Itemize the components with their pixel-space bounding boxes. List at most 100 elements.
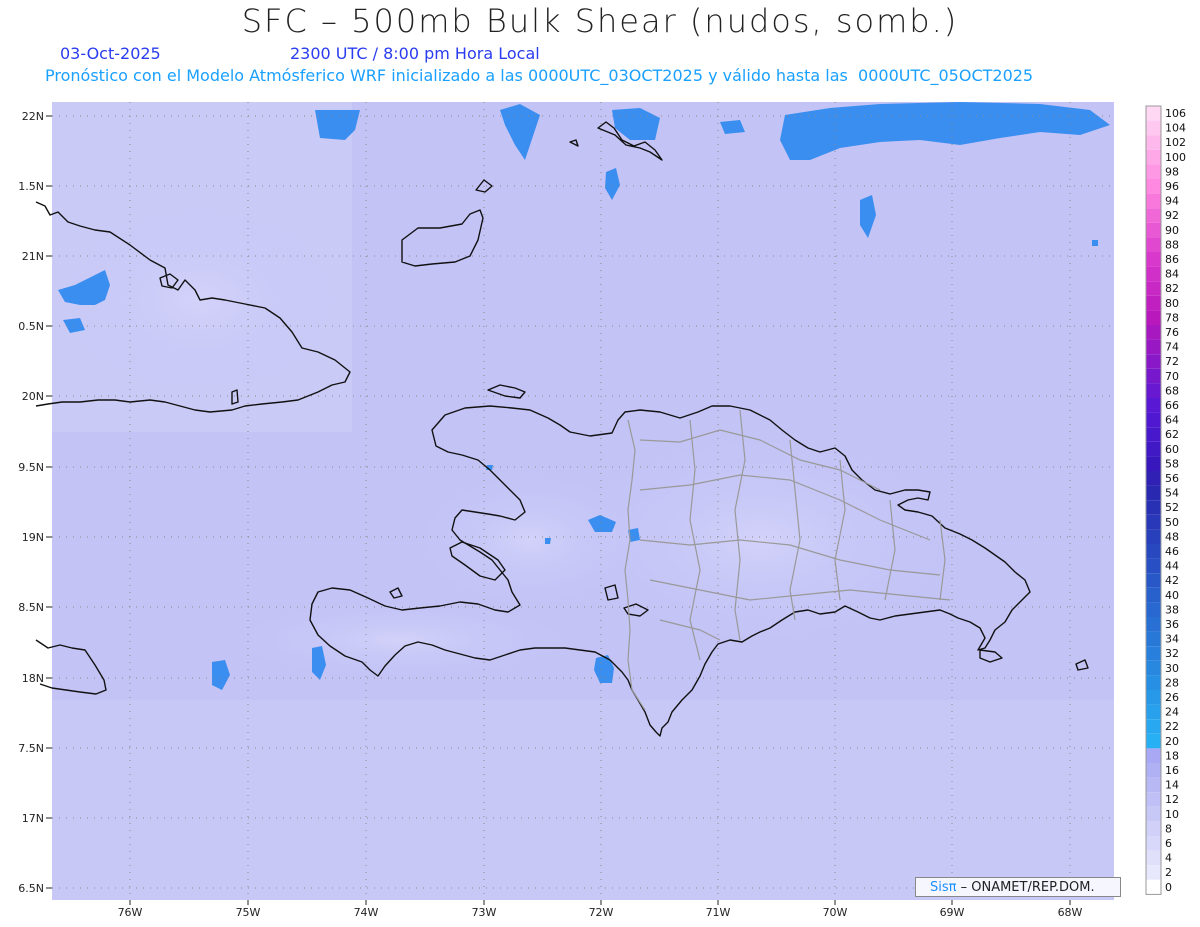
colorbar-swatch bbox=[1146, 792, 1161, 807]
lon-label: 75W bbox=[236, 906, 261, 919]
colorbar-label: 40 bbox=[1165, 589, 1179, 602]
lat-label: 9.5N bbox=[18, 461, 44, 474]
colorbar-label: 44 bbox=[1165, 560, 1179, 573]
colorbar-label: 72 bbox=[1165, 355, 1179, 368]
lat-label: 1.5N bbox=[18, 180, 44, 193]
colorbar-swatch bbox=[1146, 690, 1161, 705]
colorbar-label: 78 bbox=[1165, 311, 1179, 324]
lat-label: 17N bbox=[22, 812, 44, 825]
colorbar-swatch bbox=[1146, 675, 1161, 690]
colorbar-swatch bbox=[1146, 237, 1161, 252]
colorbar-swatch bbox=[1146, 573, 1161, 588]
colorbar-label: 6 bbox=[1165, 837, 1172, 850]
colorbar-label: 36 bbox=[1165, 618, 1179, 631]
colorbar-swatch bbox=[1146, 456, 1161, 471]
colorbar-swatch bbox=[1146, 836, 1161, 851]
colorbar-swatch bbox=[1146, 383, 1161, 398]
colorbar-label: 88 bbox=[1165, 238, 1179, 251]
colorbar-label: 28 bbox=[1165, 676, 1179, 689]
colorbar-label: 0 bbox=[1165, 881, 1172, 894]
colorbar-label: 12 bbox=[1165, 793, 1179, 806]
sispi-logo: Sisπ bbox=[930, 880, 957, 895]
lon-label: 71W bbox=[706, 906, 731, 919]
colorbar-swatch bbox=[1146, 660, 1161, 676]
colorbar-label: 100 bbox=[1165, 151, 1186, 164]
colorbar-swatch bbox=[1146, 704, 1161, 720]
lon-label: 74W bbox=[354, 906, 379, 919]
colorbar-label: 60 bbox=[1165, 443, 1179, 456]
colorbar-swatch bbox=[1146, 208, 1161, 223]
colorbar-label: 90 bbox=[1165, 224, 1179, 237]
colorbar-swatch bbox=[1146, 281, 1161, 296]
colorbar-swatch bbox=[1146, 763, 1161, 778]
colorbar-label: 10 bbox=[1165, 808, 1179, 821]
colorbar-swatch bbox=[1146, 106, 1161, 121]
colorbar-label: 80 bbox=[1165, 297, 1179, 310]
colorbar-swatch bbox=[1146, 398, 1161, 413]
colorbar-label: 104 bbox=[1165, 122, 1186, 135]
colorbar-swatch bbox=[1146, 164, 1161, 179]
colorbar-label: 102 bbox=[1165, 136, 1186, 149]
colorbar-label: 94 bbox=[1165, 195, 1179, 208]
colorbar-label: 32 bbox=[1165, 647, 1179, 660]
lon-label: 72W bbox=[589, 906, 614, 919]
colorbar-label: 56 bbox=[1165, 472, 1179, 485]
colorbar-swatch bbox=[1146, 252, 1161, 267]
colorbar-swatch bbox=[1146, 222, 1161, 238]
colorbar-label: 66 bbox=[1165, 399, 1179, 412]
colorbar-label: 4 bbox=[1165, 852, 1172, 865]
lon-label: 68W bbox=[1058, 906, 1083, 919]
colorbar-swatch bbox=[1146, 149, 1161, 165]
colorbar-swatch bbox=[1146, 631, 1161, 647]
colorbar-label: 98 bbox=[1165, 165, 1179, 178]
credit-text: – ONAMET/REP.DOM. bbox=[960, 880, 1095, 895]
colorbar-swatch bbox=[1146, 865, 1161, 880]
colorbar-swatch bbox=[1146, 325, 1161, 340]
colorbar-swatch bbox=[1146, 441, 1161, 457]
colorbar-label: 18 bbox=[1165, 749, 1179, 762]
colorbar-label: 74 bbox=[1165, 341, 1179, 354]
lat-label: 6.5N bbox=[18, 882, 44, 895]
colorbar-swatch bbox=[1146, 748, 1161, 763]
colorbar-swatch bbox=[1146, 587, 1161, 603]
colorbar-label: 58 bbox=[1165, 457, 1179, 470]
colorbar-label: 84 bbox=[1165, 268, 1179, 281]
lon-label: 70W bbox=[823, 906, 848, 919]
colorbar-swatch bbox=[1146, 850, 1161, 866]
colorbar-swatch bbox=[1146, 427, 1161, 442]
lat-label: 20N bbox=[22, 390, 44, 403]
colorbar-label: 76 bbox=[1165, 326, 1179, 339]
colorbar-label: 24 bbox=[1165, 706, 1179, 719]
shear-map: 22N 1.5N 21N 0.5N 20N 9.5N 19N 8.5N 18N … bbox=[18, 102, 1186, 919]
colorbar-label: 16 bbox=[1165, 764, 1179, 777]
colorbar-swatch bbox=[1146, 821, 1161, 836]
colorbar-swatch bbox=[1146, 193, 1161, 209]
colorbar-label: 70 bbox=[1165, 370, 1179, 383]
colorbar-label: 50 bbox=[1165, 516, 1179, 529]
colorbar-swatch bbox=[1146, 485, 1161, 501]
colorbar-label: 22 bbox=[1165, 720, 1179, 733]
lon-label: 69W bbox=[940, 906, 965, 919]
colorbar: 1061041021009896949290888684828078767472… bbox=[1145, 105, 1186, 895]
colorbar-swatch bbox=[1146, 412, 1161, 428]
colorbar-swatch bbox=[1146, 602, 1161, 617]
colorbar-label: 54 bbox=[1165, 487, 1179, 500]
colorbar-swatch bbox=[1146, 135, 1161, 150]
colorbar-swatch bbox=[1146, 777, 1161, 793]
colorbar-swatch bbox=[1146, 806, 1161, 822]
colorbar-label: 8 bbox=[1165, 822, 1172, 835]
lat-label: 21N bbox=[22, 250, 44, 263]
colorbar-label: 106 bbox=[1165, 107, 1186, 120]
lat-label: 7.5N bbox=[18, 742, 44, 755]
colorbar-label: 52 bbox=[1165, 501, 1179, 514]
colorbar-label: 38 bbox=[1165, 603, 1179, 616]
colorbar-label: 42 bbox=[1165, 574, 1179, 587]
colorbar-swatch bbox=[1146, 514, 1161, 530]
colorbar-label: 64 bbox=[1165, 414, 1179, 427]
lat-label: 22N bbox=[22, 110, 44, 123]
colorbar-label: 2 bbox=[1165, 866, 1172, 879]
colorbar-swatch bbox=[1146, 120, 1161, 136]
lon-label: 76W bbox=[118, 906, 143, 919]
colorbar-swatch bbox=[1146, 733, 1161, 749]
colorbar-swatch bbox=[1146, 310, 1161, 325]
